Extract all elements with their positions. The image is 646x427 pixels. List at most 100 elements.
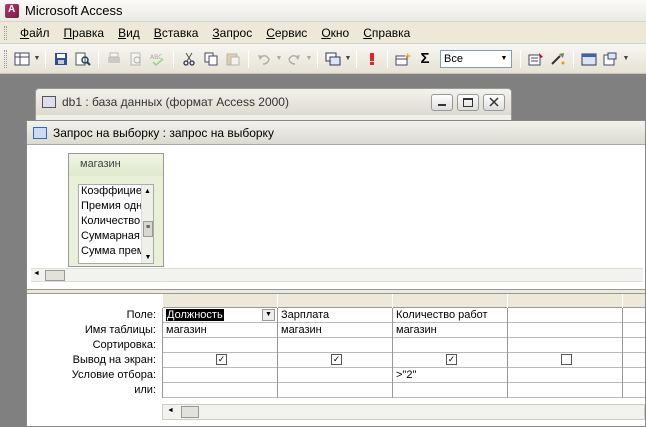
or-cell[interactable] (163, 383, 277, 398)
query-type-icon[interactable] (323, 49, 343, 69)
combo-dropdown-icon[interactable]: ▼ (497, 51, 511, 67)
menu-insert[interactable]: Вставка (147, 24, 206, 42)
spelling-icon[interactable]: ABC (148, 49, 168, 69)
or-cell[interactable] (393, 383, 507, 398)
column-selector[interactable] (278, 294, 392, 308)
redo-dropdown-icon[interactable]: ▼ (305, 55, 313, 62)
sort-cell[interactable] (623, 338, 645, 353)
view-dropdown-icon[interactable]: ▼ (33, 55, 41, 62)
sort-cell[interactable] (508, 338, 622, 353)
field-cell[interactable]: Должность ▼ (163, 308, 277, 323)
undo-dropdown-icon[interactable]: ▼ (275, 55, 283, 62)
column-selector[interactable] (623, 294, 645, 308)
scroll-down-icon[interactable]: ▼ (142, 251, 154, 263)
criteria-cell[interactable]: >"2" (393, 368, 507, 383)
redo-icon[interactable] (284, 49, 304, 69)
grid-column-1[interactable]: Должность ▼ магазин ✓ (162, 294, 277, 398)
column-selector[interactable] (163, 294, 277, 308)
field-item[interactable]: Суммарная (79, 230, 141, 245)
scroll-up-icon[interactable]: ▲ (142, 185, 153, 197)
field-list[interactable]: Коэффицие Премия одн Количество Суммарна… (78, 184, 154, 264)
table-pane-hscrollbar[interactable]: ◄ (31, 268, 643, 282)
criteria-cell[interactable] (623, 368, 645, 383)
show-table-icon[interactable]: + (393, 49, 413, 69)
criteria-cell[interactable] (278, 368, 392, 383)
grid-column-4[interactable] (507, 294, 622, 398)
cut-icon[interactable] (179, 49, 199, 69)
or-cell[interactable] (278, 383, 392, 398)
field-item[interactable]: Количество (79, 215, 141, 230)
print-preview-icon[interactable] (126, 49, 146, 69)
view-design-icon[interactable] (12, 49, 32, 69)
show-cell[interactable] (623, 353, 645, 368)
show-cell[interactable]: ✓ (278, 353, 392, 368)
menu-tools[interactable]: Сервис (259, 24, 314, 42)
or-cell[interactable] (623, 383, 645, 398)
database-window-titlebar[interactable]: db1 : база данных (формат Access 2000) (36, 89, 511, 115)
grid-hscrollbar[interactable]: ◄ (162, 404, 645, 420)
show-cell[interactable]: ✓ (393, 353, 507, 368)
grid-column-5[interactable] (622, 294, 645, 398)
sort-cell[interactable] (278, 338, 392, 353)
menu-help[interactable]: Справка (356, 24, 417, 42)
field-item[interactable]: Премия одн (79, 200, 141, 215)
new-object-icon[interactable] (601, 49, 621, 69)
table-cell[interactable]: магазин (278, 323, 392, 338)
table-cell[interactable] (623, 323, 645, 338)
show-cell[interactable]: ✓ (163, 353, 277, 368)
properties-icon[interactable] (526, 49, 546, 69)
menu-query[interactable]: Запрос (205, 24, 259, 42)
minimize-button[interactable] (431, 93, 453, 111)
menu-grip[interactable] (4, 25, 7, 40)
field-dropdown-icon[interactable]: ▼ (262, 309, 275, 321)
search-file-icon[interactable] (73, 49, 93, 69)
field-item[interactable]: Сумма прем (79, 245, 141, 260)
show-checkbox[interactable]: ✓ (446, 354, 457, 365)
table-box-title[interactable]: магазин (69, 154, 163, 176)
field-list-scrollbar[interactable]: ▲ ≡ ▼ (141, 185, 153, 263)
copy-icon[interactable] (201, 49, 221, 69)
table-box-magazin[interactable]: магазин Коэффицие Премия одн Количество … (68, 153, 164, 267)
field-item[interactable]: Коэффицие (79, 185, 141, 200)
table-cell[interactable]: магазин (163, 323, 277, 338)
close-button[interactable] (483, 93, 505, 111)
scroll-left-icon[interactable]: ◄ (33, 270, 40, 277)
scroll-left-icon[interactable]: ◄ (167, 407, 174, 414)
field-cell[interactable]: Зарплата (278, 308, 392, 323)
menu-window[interactable]: Окно (314, 24, 356, 42)
query-design-window[interactable]: Запрос на выборку : запрос на выборку ма… (26, 120, 646, 427)
show-checkbox[interactable] (561, 354, 572, 365)
save-icon[interactable] (51, 49, 71, 69)
menu-file[interactable]: Файл (13, 24, 57, 42)
scroll-thumb[interactable] (181, 406, 199, 418)
criteria-cell[interactable] (163, 368, 277, 383)
grid-column-3[interactable]: Количество работ магазин ✓ >"2" (392, 294, 507, 398)
query-type-dropdown-icon[interactable]: ▼ (344, 55, 352, 62)
show-cell[interactable] (508, 353, 622, 368)
toolbar-grip[interactable] (4, 49, 7, 68)
build-icon[interactable] (548, 49, 568, 69)
sort-cell[interactable] (163, 338, 277, 353)
field-cell[interactable] (508, 308, 622, 323)
print-icon[interactable] (104, 49, 124, 69)
menu-view[interactable]: Вид (111, 24, 147, 42)
field-cell[interactable] (623, 308, 645, 323)
maximize-button[interactable] (457, 93, 479, 111)
top-values-combo[interactable]: Все ▼ (440, 49, 512, 68)
scroll-thumb[interactable] (45, 270, 65, 281)
or-cell[interactable] (508, 383, 622, 398)
column-selector[interactable] (393, 294, 507, 308)
table-cell[interactable]: магазин (393, 323, 507, 338)
database-window-icon[interactable] (579, 49, 599, 69)
run-icon[interactable] (362, 49, 382, 69)
new-object-dropdown-icon[interactable]: ▼ (622, 55, 630, 62)
undo-icon[interactable] (254, 49, 274, 69)
field-cell[interactable]: Количество работ (393, 308, 507, 323)
column-selector[interactable] (508, 294, 622, 308)
table-cell[interactable] (508, 323, 622, 338)
scroll-thumb[interactable]: ≡ (143, 221, 153, 237)
grid-column-2[interactable]: Зарплата магазин ✓ (277, 294, 392, 398)
sort-cell[interactable] (393, 338, 507, 353)
show-checkbox[interactable]: ✓ (331, 354, 342, 365)
criteria-cell[interactable] (508, 368, 622, 383)
